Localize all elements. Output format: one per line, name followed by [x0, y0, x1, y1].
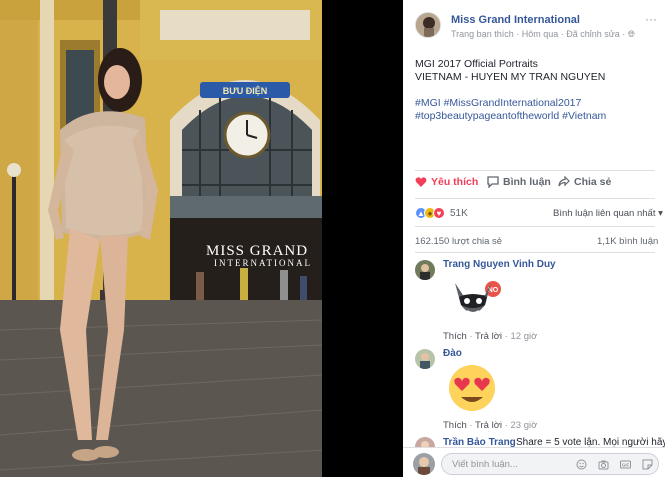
watermark-subtitle: INTERNATIONAL [214, 258, 312, 268]
post-side-panel: Miss Grand International Trang bạn thích… [403, 0, 665, 477]
commenter-name[interactable]: Trang Nguyen Vinh Duy [443, 259, 556, 270]
comment-reply-link[interactable]: Trả lời [475, 331, 502, 342]
post-caption: MGI 2017 Official Portraits VIETNAM - HU… [415, 58, 655, 84]
reaction-count: 51K [450, 207, 468, 219]
raccoon-sticker-image: NO [455, 281, 501, 314]
post-viewer: BƯU ĐIỆN MISS GRAND INTERNATIONAL Miss G… [0, 0, 665, 477]
commenter-avatar-image [415, 260, 435, 280]
sticker-icon[interactable] [642, 459, 653, 470]
share-label: Chia sẻ [574, 176, 612, 188]
camera-icon[interactable] [598, 459, 609, 470]
heart-icon [415, 177, 427, 187]
post-photo[interactable]: BƯU ĐIỆN MISS GRAND INTERNATIONAL [0, 0, 322, 477]
post-office-sign: BƯU ĐIỆN [223, 85, 267, 96]
divider [415, 198, 655, 199]
caption-line: MGI 2017 Official Portraits [415, 58, 538, 70]
post-meta-text: Trang bạn thích · Hôm qua · Đã chỉnh sửa… [451, 29, 628, 39]
comment-like-link[interactable]: Thích [443, 420, 467, 431]
page-name-link[interactable]: Miss Grand International [451, 14, 580, 26]
comment-count-link[interactable]: 1,1K bình luận [597, 236, 658, 247]
comment-meta: Thích · Trả lời · 23 giờ [443, 420, 538, 431]
comment-input-placeholder: Viết bình luận... [452, 459, 518, 470]
hashtag-line[interactable]: #top3beautypageantoftheworld #Vietnam [415, 110, 655, 123]
post-header: Miss Grand International Trang bạn thích… [415, 12, 657, 42]
caption-line: VIETNAM - HUYEN MY TRAN NGUYEN [415, 71, 606, 83]
svg-text:GIF: GIF [622, 463, 630, 468]
divider [415, 252, 655, 253]
comment-time: 23 giờ [510, 420, 538, 431]
emoji-icon[interactable] [576, 459, 587, 470]
avatar[interactable] [415, 349, 435, 369]
post-meta: Trang bạn thích · Hôm qua · Đã chỉnh sửa… [451, 29, 635, 40]
caret-down-icon: ▾ [655, 208, 663, 219]
share-button[interactable]: Chia sẻ [558, 176, 611, 188]
page-avatar[interactable] [415, 12, 441, 38]
globe-icon: 🌐︎ [627, 29, 635, 39]
commenter-avatar-image [415, 349, 435, 369]
love-reaction-icon: ♥ [433, 207, 445, 219]
comment-input[interactable]: Viết bình luận... GIF [441, 453, 659, 475]
like-label: Yêu thích [431, 176, 479, 188]
raccoon-sticker: NO [445, 275, 503, 325]
gif-icon[interactable]: GIF [620, 459, 631, 470]
reaction-summary[interactable]: ▲ ● ♥ 51K [415, 206, 468, 220]
comment-like-link[interactable]: Thích [443, 331, 467, 342]
comment-sort-dropdown[interactable]: Bình luận liên quan nhất ▾ [553, 208, 663, 219]
comment-label: Bình luận [503, 176, 551, 188]
share-icon [558, 176, 570, 187]
share-count-link[interactable]: 162.150 lượt chia sẻ [415, 236, 502, 247]
commenter-name[interactable]: Đào [443, 348, 462, 359]
more-options-button[interactable]: ··· [645, 12, 657, 26]
user-avatar-image [413, 453, 435, 475]
hashtag-line[interactable]: #MGI #MissGrandInternational2017 [415, 97, 655, 110]
post-hashtags: #MGI #MissGrandInternational2017 #top3be… [415, 97, 655, 123]
divider [415, 170, 655, 171]
avatar [413, 453, 435, 475]
heart-eyes-emoji [443, 363, 501, 413]
like-button[interactable]: Yêu thích [415, 176, 478, 188]
heart-eyes-emoji-image [449, 365, 495, 411]
comment-button[interactable]: Bình luận [487, 176, 551, 188]
comment-icon [487, 176, 499, 188]
comment-meta: Thích · Trả lời · 12 giờ [443, 331, 538, 342]
photo-panel-gap [322, 0, 403, 477]
divider [415, 226, 655, 227]
post-action-bar: Yêu thích Bình luận Chia sẻ [415, 176, 655, 194]
comment-reply-link[interactable]: Trả lời [475, 420, 502, 431]
avatar[interactable] [415, 260, 435, 280]
comment-sort-label: Bình luận liên quan nhất [553, 208, 656, 219]
portrait-photo-illustration: BƯU ĐIỆN [0, 0, 322, 477]
comment-time: 12 giờ [510, 331, 538, 342]
page-avatar-image [416, 13, 440, 37]
comment-input-bar: Viết bình luận... GIF [403, 447, 665, 477]
